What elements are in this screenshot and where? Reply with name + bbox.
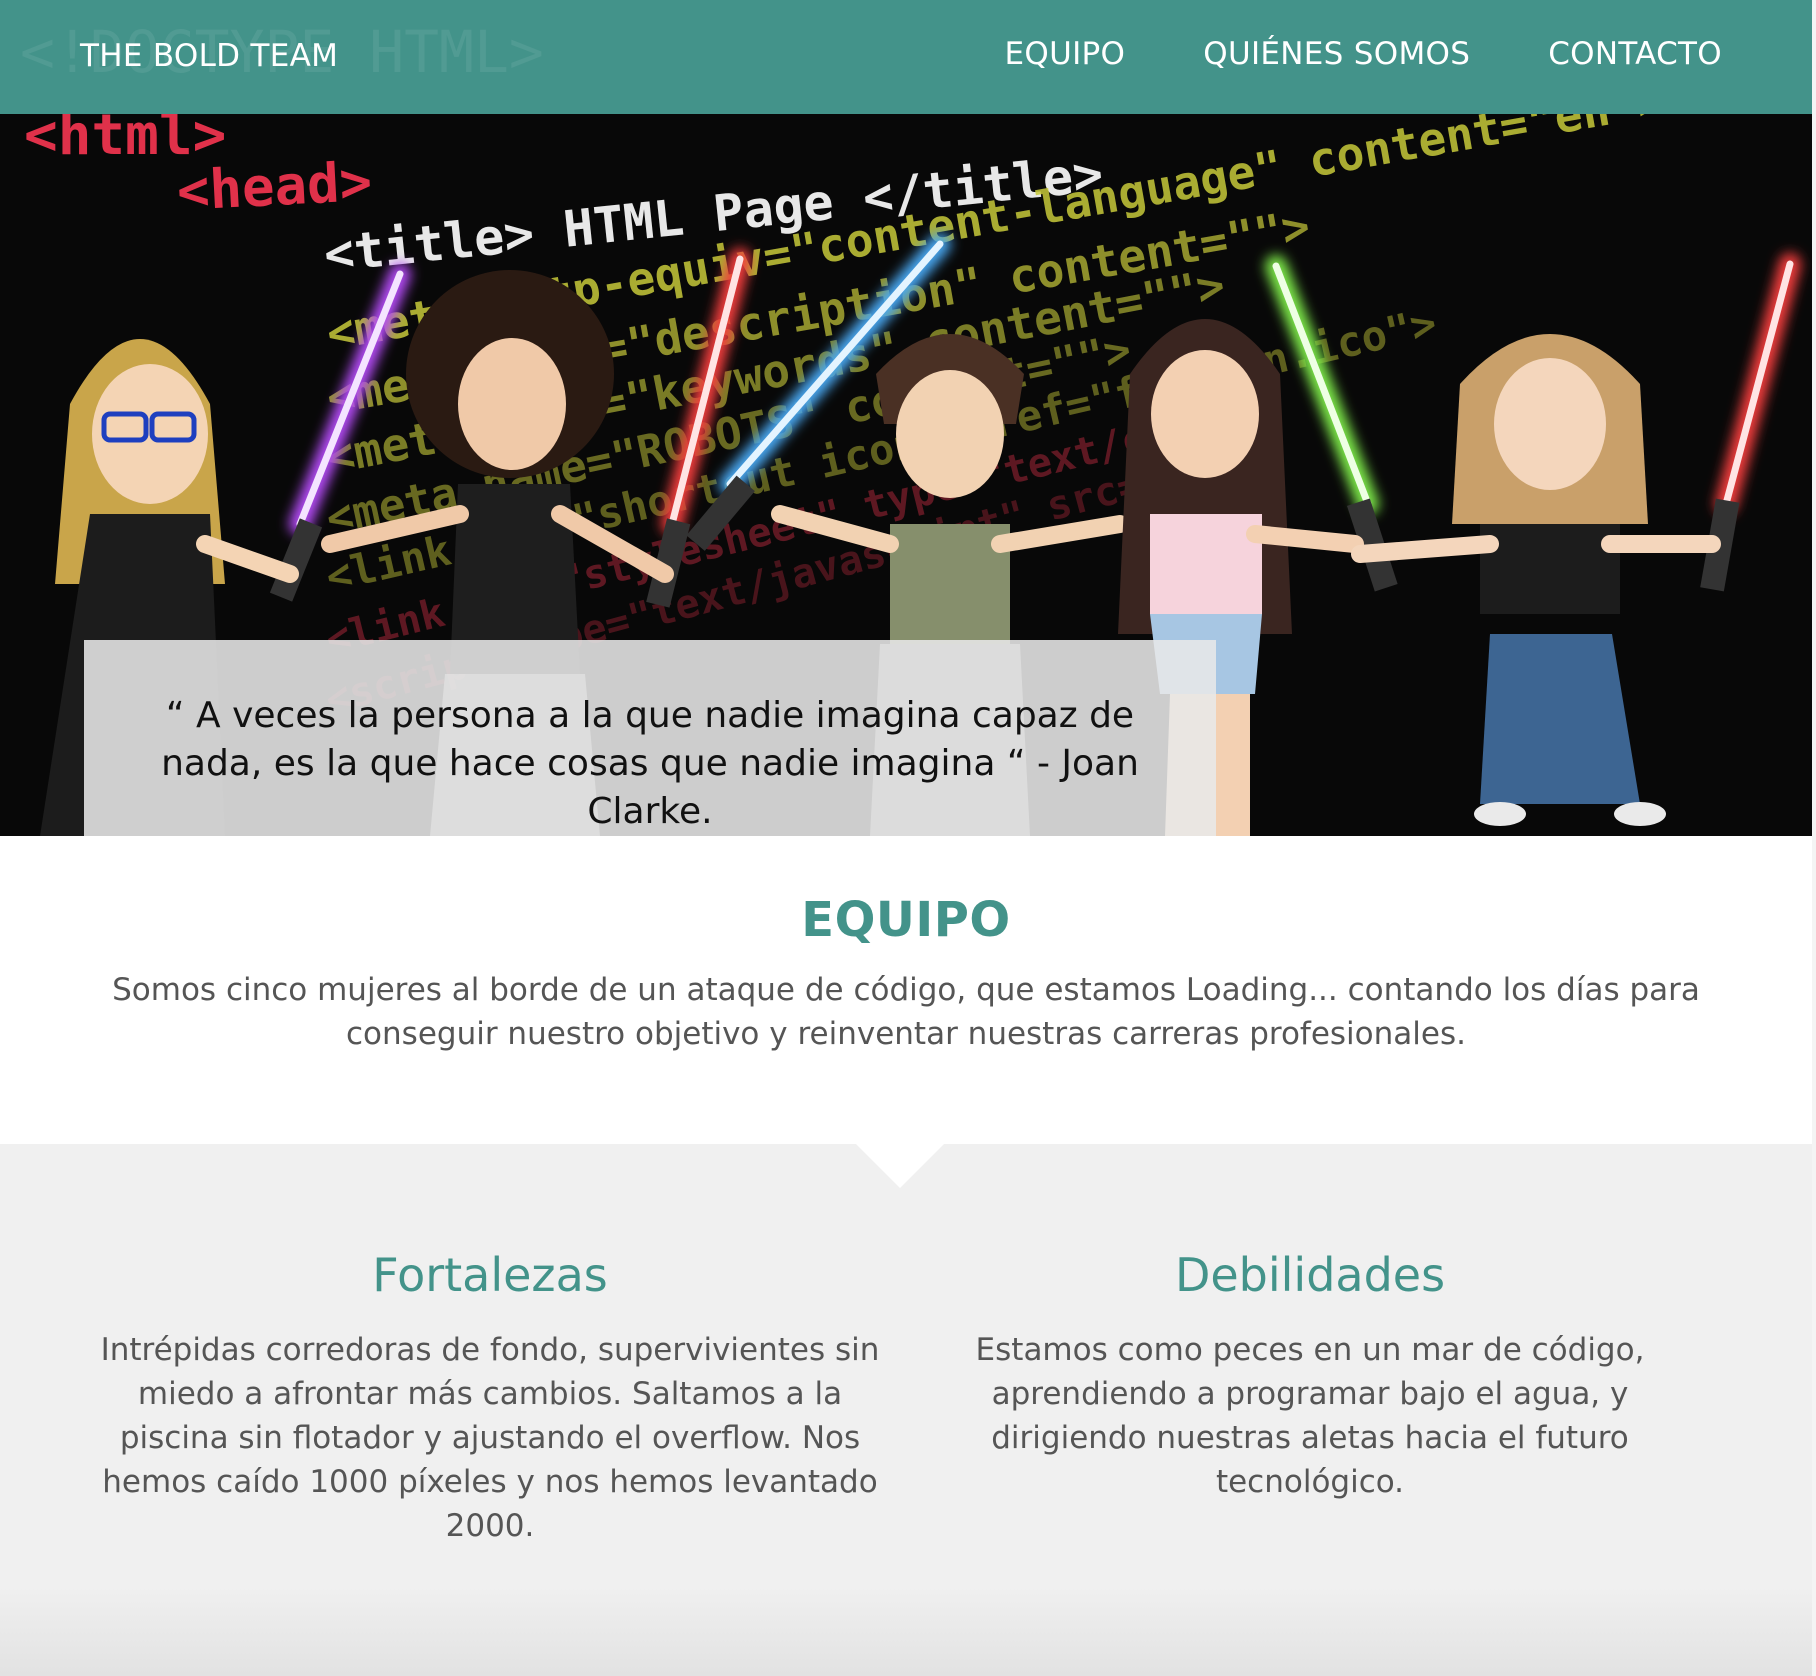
code-line: <head> [175,150,373,223]
nav-link-equipo[interactable]: EQUIPO [1005,36,1126,72]
section-arrow-icon [856,1144,944,1188]
nav-link-contacto[interactable]: CONTACTO [1548,36,1722,72]
bottom-shade [0,1586,1812,1676]
hero-quote-box: “ A veces la persona a la que nadie imag… [84,640,1216,836]
strengths-text: Intrépidas corredoras de fondo, superviv… [100,1332,880,1544]
hero-banner: <html> <head> <title> HTML Page </title>… [0,114,1812,836]
team-title: EQUIPO [801,892,1011,948]
nav-link-quienes-somos[interactable]: QUIÉNES SOMOS [1203,36,1470,72]
page-edge [1812,0,1816,1676]
main-nav: EQUIPO QUIÉNES SOMOS CONTACTO [1005,36,1722,72]
team-section: EQUIPO Somos cinco mujeres al borde de u… [0,836,1812,1144]
code-background: <html> <head> <title> HTML Page </title>… [24,114,1668,724]
weaknesses-title: Debilidades [1174,1248,1446,1302]
weaknesses-text: Estamos como peces en un mar de código, … [975,1332,1645,1500]
strengths-column: Fortalezas Intrépidas corredoras de fond… [100,1248,880,1548]
site-brand[interactable]: THE BOLD TEAM [80,38,338,74]
team-description: Somos cinco mujeres al borde de un ataqu… [112,972,1700,1052]
strengths-weaknesses-section: Fortalezas Intrépidas corredoras de fond… [0,1144,1812,1676]
page: <!DOCTYPE HTML> THE BOLD TEAM EQUIPO QUI… [0,0,1812,1676]
weaknesses-column: Debilidades Estamos como peces en un mar… [960,1248,1660,1504]
strengths-title: Fortalezas [372,1248,608,1302]
hero-quote: “ A veces la persona a la que nadie imag… [161,695,1139,832]
site-header: <!DOCTYPE HTML> THE BOLD TEAM EQUIPO QUI… [0,0,1812,114]
